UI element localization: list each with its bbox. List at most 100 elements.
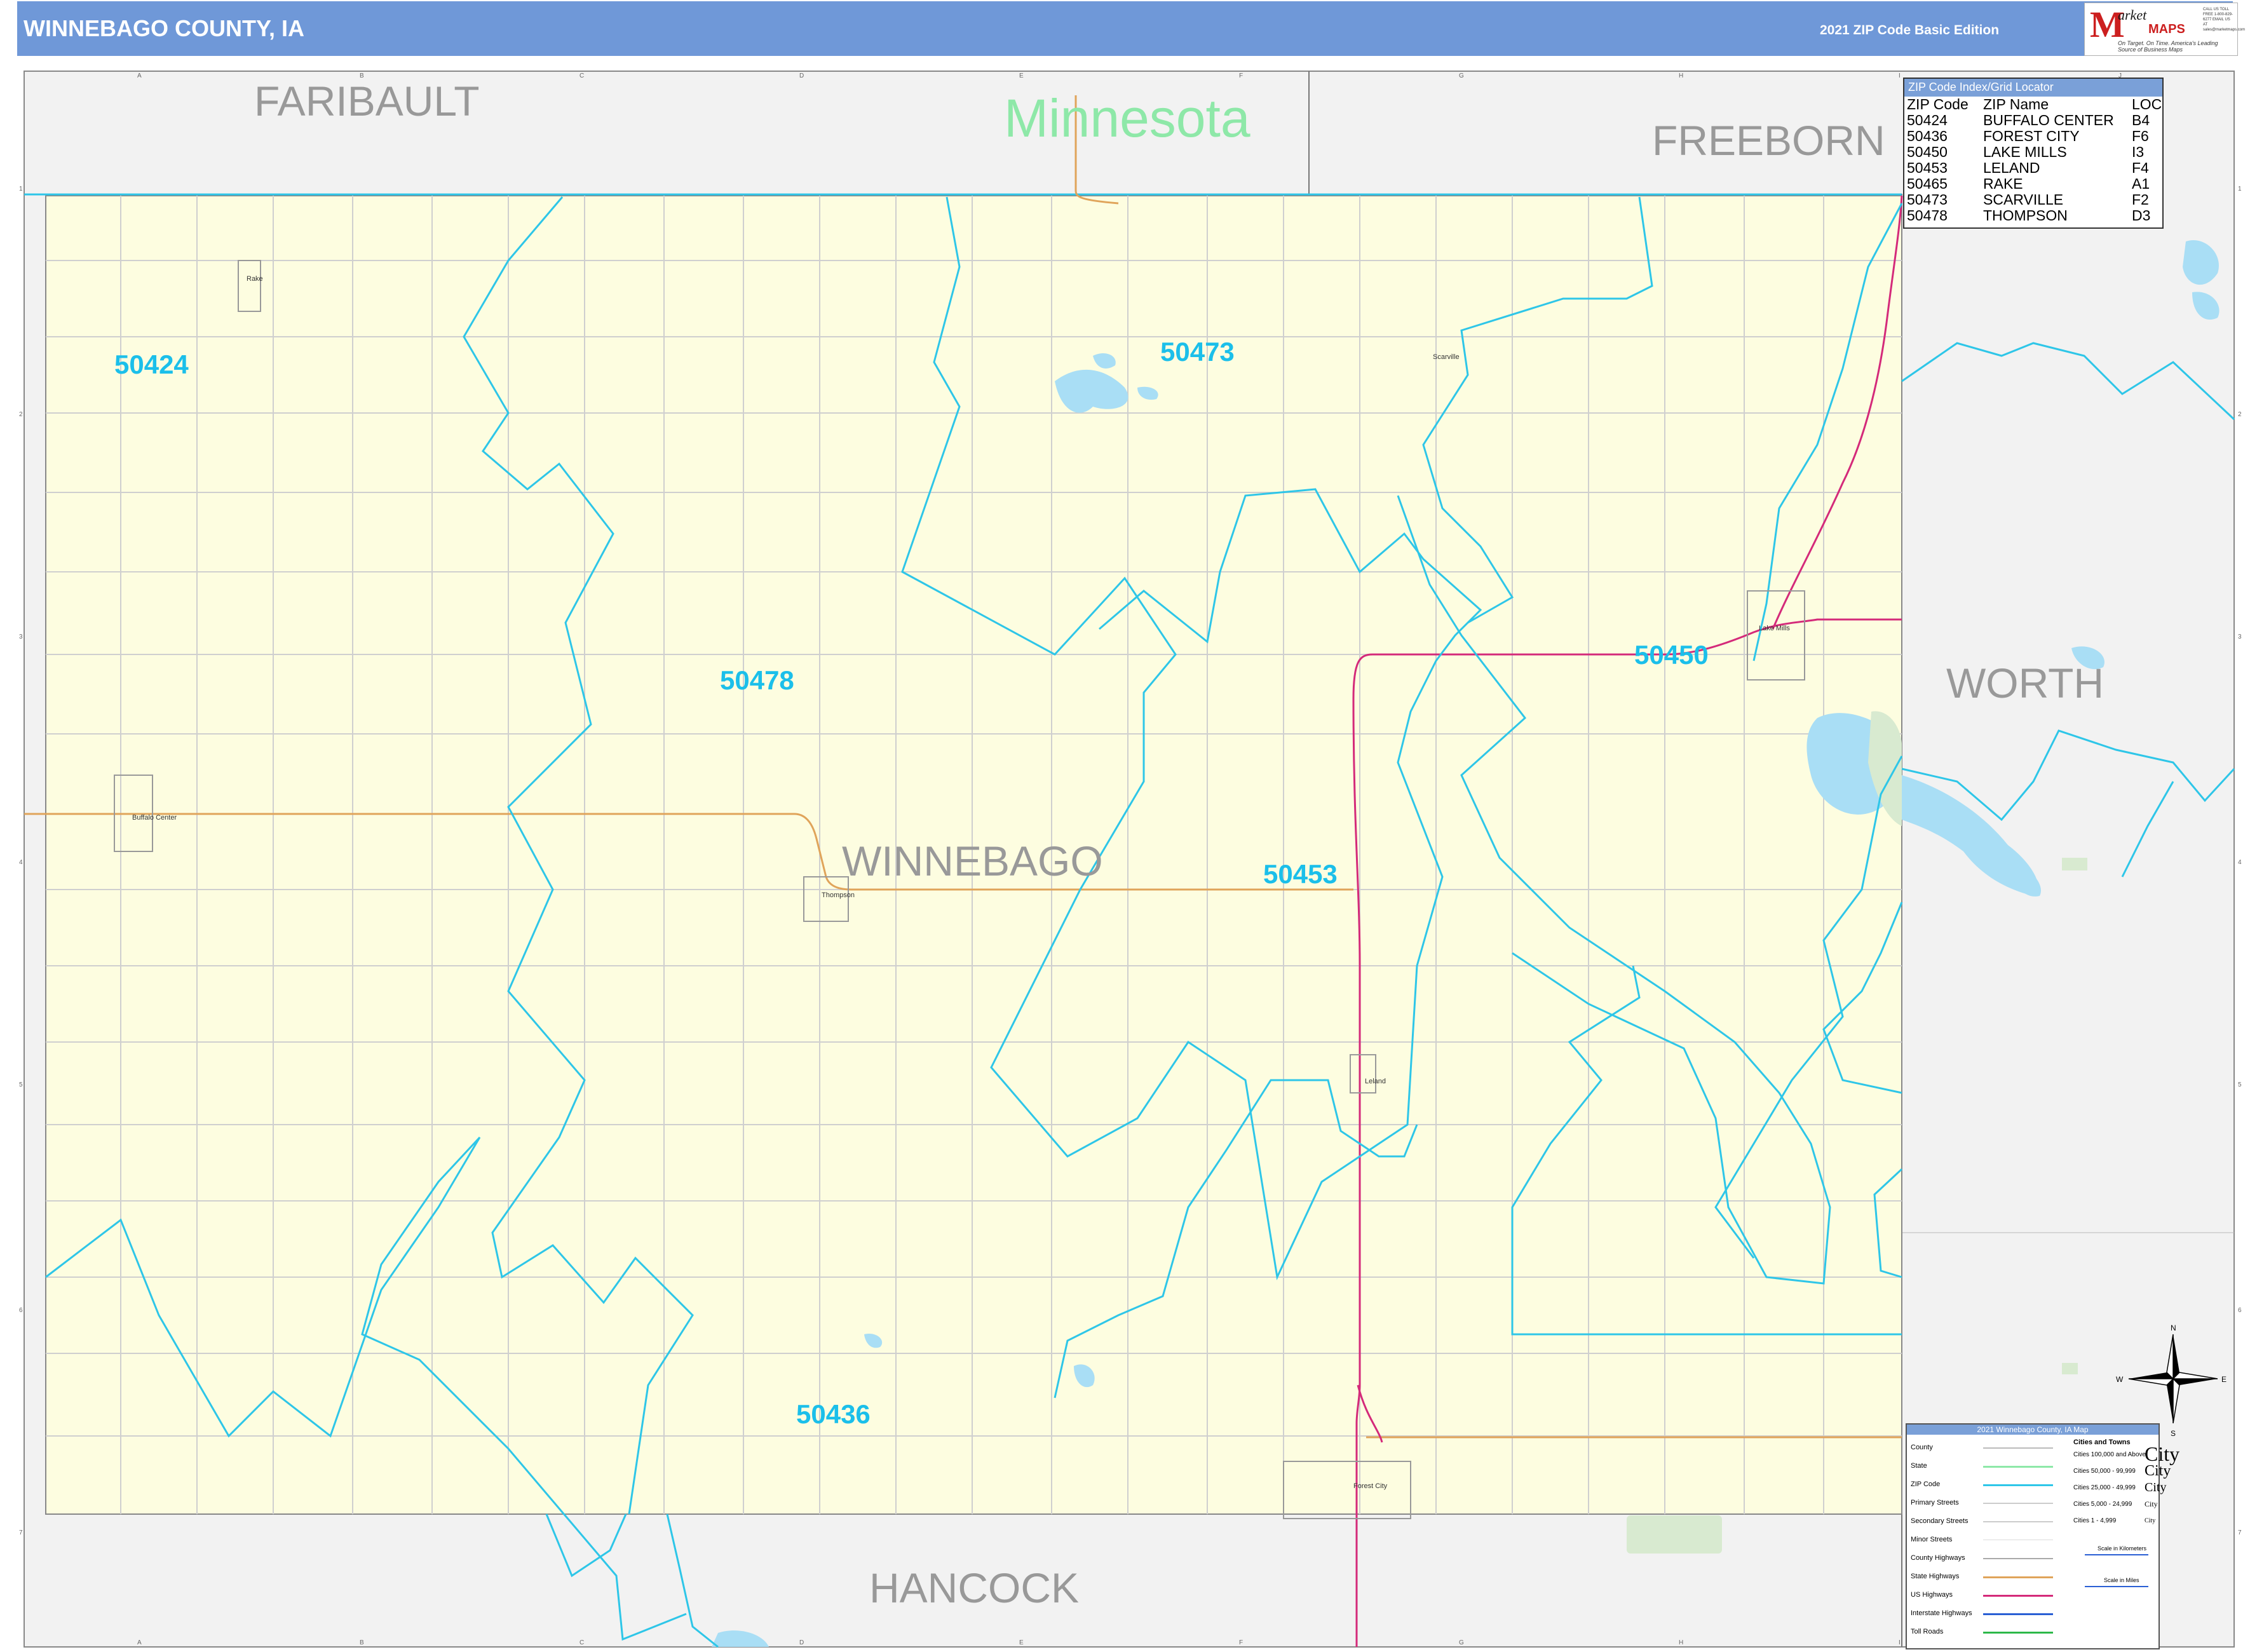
- grid-col-label: G: [1459, 72, 1464, 79]
- grid-row-label: 1: [19, 186, 23, 193]
- compass-w: W: [2116, 1375, 2124, 1384]
- zip-loc-cell: F4: [2132, 159, 2149, 176]
- grid-col-label: I: [1899, 72, 1901, 79]
- zip-name-cell: SCARVILLE: [1983, 191, 2064, 208]
- legend-county-line: [1983, 1447, 2053, 1449]
- legend-toll: Toll Roads: [1911, 1628, 1944, 1635]
- grid-col-label: A: [137, 72, 142, 79]
- zip-loc-cell: F6: [2132, 128, 2149, 144]
- legend-state: State: [1911, 1462, 1927, 1470]
- legend-zip: ZIP Code: [1911, 1480, 1941, 1488]
- legend-minor: Minor Streets: [1911, 1536, 1953, 1543]
- grid-col-label: F: [1239, 1639, 1243, 1646]
- county-label-faribault: FARIBAULT: [254, 78, 480, 125]
- town-label-forest-city: Forest City: [1353, 1482, 1388, 1490]
- grid-row-label: 3: [2238, 633, 2242, 640]
- zip-index-title: ZIP Code Index/Grid Locator: [1904, 79, 2162, 97]
- legend-city-sample: City: [2145, 1500, 2158, 1508]
- zip-loc-cell: I3: [2132, 144, 2145, 160]
- compass-s: S: [2171, 1429, 2176, 1438]
- zip-loc-cell: A1: [2132, 175, 2150, 192]
- zip-index-row: 50465 RAKE A1: [1904, 176, 2162, 192]
- legend-state-hwy-line: [1983, 1576, 2053, 1578]
- town-label-thompson: Thompson: [822, 891, 855, 899]
- town-label-leland: Leland: [1365, 1078, 1386, 1085]
- legend-us-hwy-line: [1983, 1595, 2053, 1597]
- legend-city-class: Cities 5,000 - 24,999: [2073, 1501, 2132, 1508]
- zip-label-50436: 50436: [796, 1399, 871, 1429]
- zip-name-cell: FOREST CITY: [1983, 128, 2080, 144]
- zip-label-50424: 50424: [114, 349, 189, 379]
- zip-code-index: ZIP Code Index/Grid Locator ZIP Code ZIP…: [1903, 78, 2164, 229]
- legend-county-hwy-line: [1983, 1558, 2053, 1559]
- zip-name-cell: THOMPSON: [1983, 207, 2068, 224]
- legend-toll-line: [1983, 1632, 2053, 1634]
- legend-cities-heading: Cities and Towns: [2073, 1439, 2131, 1446]
- legend-city-sample: City: [2145, 1463, 2171, 1479]
- legend-city-sample: City: [2145, 1480, 2167, 1494]
- zip-label-50453: 50453: [1263, 859, 1338, 889]
- state-label: Minnesota: [1004, 88, 1250, 148]
- grid-col-label: D: [799, 1639, 804, 1646]
- grid-row-label: 6: [2238, 1307, 2242, 1314]
- zip-index-row: 50478 THOMPSON D3: [1904, 208, 2162, 224]
- zip-code-cell: 50453: [1907, 159, 1948, 176]
- county-label-winnebago: WINNEBAGO: [842, 837, 1103, 884]
- legend-secondary-line: [1983, 1521, 2053, 1522]
- town-label-rake: Rake: [247, 275, 263, 283]
- legend-secondary: Secondary Streets: [1911, 1517, 1969, 1525]
- zip-code-cell: 50424: [1907, 112, 1948, 128]
- grid-col-label: G: [1459, 1639, 1464, 1646]
- zip-label-50473: 50473: [1160, 337, 1235, 367]
- zip-index-row: 50453 LELAND F4: [1904, 160, 2162, 176]
- legend-state-line: [1983, 1466, 2053, 1468]
- grid-row-label: 4: [19, 859, 23, 866]
- legend-city-class: Cities 100,000 and Above: [2073, 1451, 2146, 1458]
- zip-name-cell: RAKE: [1983, 175, 2023, 192]
- legend-city-sample: City: [2145, 1517, 2156, 1524]
- zip-name-cell: LAKE MILLS: [1983, 144, 2067, 160]
- legend-zip-line: [1983, 1484, 2053, 1486]
- compass-n: N: [2171, 1324, 2176, 1332]
- legend-state-hwy: State Highways: [1911, 1573, 1960, 1580]
- legend-city-class: Cities 50,000 - 99,999: [2073, 1468, 2136, 1475]
- grid-row-label: 5: [19, 1081, 23, 1088]
- zip-index-header-row: ZIP Code ZIP Name LOC: [1904, 97, 2162, 112]
- grid-col-label: F: [1239, 72, 1243, 79]
- zip-name-cell: BUFFALO CENTER: [1983, 112, 2114, 128]
- grid-col-label: H: [1679, 72, 1683, 79]
- grid-row-label: 7: [2238, 1529, 2242, 1536]
- town-label-lake-mills: Lake Mills: [1759, 625, 1790, 632]
- county-label-hancock: HANCOCK: [869, 1564, 1079, 1611]
- zip-code-cell: 50473: [1907, 191, 1948, 208]
- grid-row-label: 5: [2238, 1081, 2242, 1088]
- zip-label-50450: 50450: [1634, 640, 1709, 670]
- grid-col-label: E: [1019, 1639, 1024, 1646]
- legend-scale-km: Scale in Kilometers: [2098, 1545, 2147, 1552]
- zip-code-cell: 50450: [1907, 144, 1948, 160]
- grid-row-label: 2: [2238, 411, 2242, 418]
- zip-code-cell: 50436: [1907, 128, 1948, 144]
- zip-loc-cell: D3: [2132, 207, 2151, 224]
- county-label-worth: WORTH: [1946, 660, 2104, 707]
- map-legend: 2021 Winnebago County, IA Map County Sta…: [1906, 1423, 2179, 1649]
- county-map: A B C D E F G H I J A B C D E F G H I J …: [19, 71, 2242, 1648]
- grid-col-label: D: [799, 72, 804, 79]
- zip-index-header: ZIP Code: [1907, 96, 1969, 112]
- zip-index-header: ZIP Name: [1983, 96, 2049, 112]
- zip-index-table: ZIP Code ZIP Name LOC 50424 BUFFALO CENTE…: [1904, 97, 2162, 224]
- zip-index-row: 50450 LAKE MILLS I3: [1904, 144, 2162, 160]
- legend-city-class: Cities 1 - 4,999: [2073, 1517, 2117, 1524]
- legend-city-class: Cities 25,000 - 49,999: [2073, 1484, 2136, 1491]
- grid-row-label: 3: [19, 633, 23, 640]
- zip-code-cell: 50465: [1907, 175, 1948, 192]
- grid-row-label: 2: [19, 411, 23, 418]
- county-label-freeborn: FREEBORN: [1652, 117, 1885, 164]
- legend-scale-km-bar: [2085, 1554, 2148, 1555]
- legend-interstate: Interstate Highways: [1911, 1609, 1972, 1617]
- grid-col-label: C: [579, 1639, 584, 1646]
- grid-row-label: 6: [19, 1307, 23, 1314]
- grid-row-label: 1: [2238, 186, 2242, 193]
- grid-row-label: 4: [2238, 859, 2242, 866]
- grid-col-label: A: [137, 1639, 142, 1646]
